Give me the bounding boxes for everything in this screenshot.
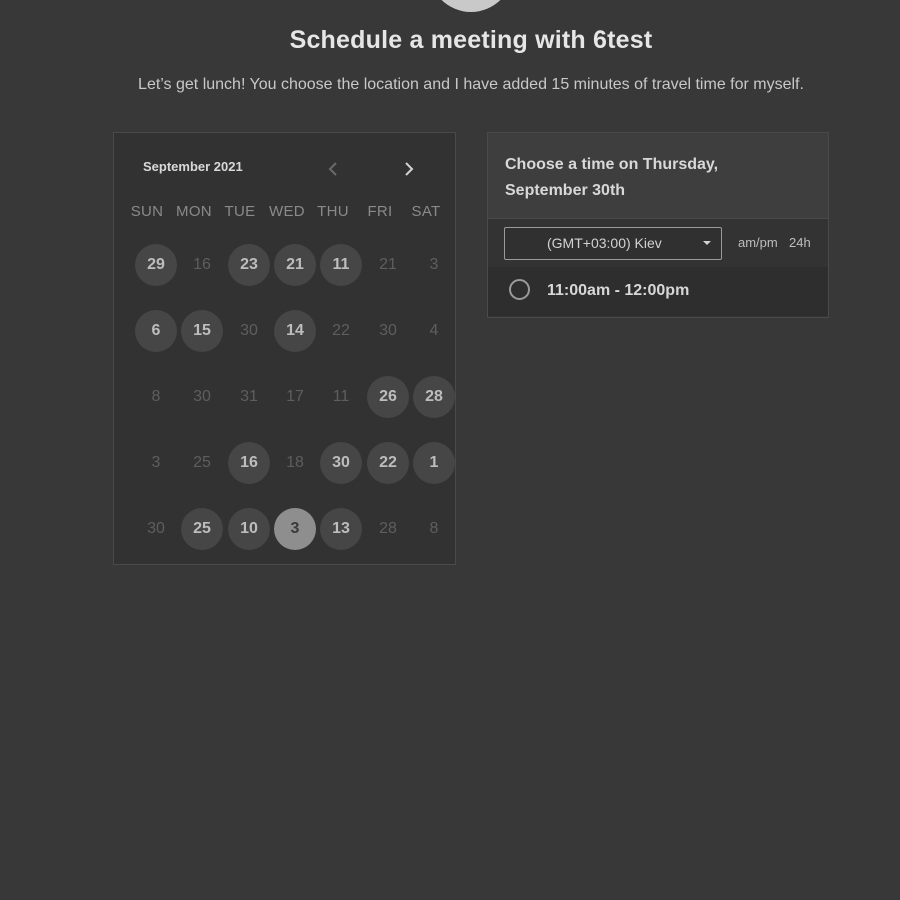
calendar-day[interactable]: 15 bbox=[181, 310, 223, 352]
calendar: September 2021 SUN MON TUE WED THU FRI S… bbox=[113, 132, 456, 565]
calendar-day: 30 bbox=[240, 322, 258, 339]
calendar-day[interactable]: 23 bbox=[228, 244, 270, 286]
calendar-day[interactable]: 22 bbox=[367, 442, 409, 484]
calendar-day[interactable]: 21 bbox=[274, 244, 316, 286]
timezone-value: (GMT+03:00) Kiev bbox=[547, 235, 662, 251]
radio-circle-icon[interactable] bbox=[509, 279, 530, 300]
time-selection-panel: Choose a time on Thursday, September 30t… bbox=[487, 132, 829, 318]
avatar bbox=[429, 0, 513, 12]
calendar-day: 31 bbox=[240, 388, 258, 405]
calendar-day: 28 bbox=[379, 520, 397, 537]
page-title: Schedule a meeting with 6test bbox=[289, 26, 653, 54]
calendar-day: 30 bbox=[147, 520, 165, 537]
page-subtitle: Let’s get lunch! You choose the location… bbox=[138, 76, 804, 93]
calendar-day[interactable]: 13 bbox=[320, 508, 362, 550]
calendar-day: 30 bbox=[379, 322, 397, 339]
weekday-header-row: SUN MON TUE WED THU FRI SAT bbox=[124, 203, 454, 225]
weekday-label: THU bbox=[317, 203, 349, 220]
calendar-day[interactable]: 11 bbox=[320, 244, 362, 286]
calendar-day: 3 bbox=[151, 454, 161, 471]
calendar-day: 3 bbox=[429, 256, 439, 273]
weekday-label: TUE bbox=[224, 203, 256, 220]
time-panel-header: Choose a time on Thursday, September 30t… bbox=[488, 133, 828, 219]
calendar-day[interactable]: 30 bbox=[320, 442, 362, 484]
calendar-day[interactable]: 3 bbox=[274, 508, 316, 550]
calendar-day: 22 bbox=[332, 322, 350, 339]
calendar-day: 11 bbox=[332, 388, 350, 405]
calendar-day[interactable]: 25 bbox=[181, 508, 223, 550]
chevron-right-icon bbox=[405, 162, 414, 176]
time-panel-heading: Choose a time on Thursday, September 30t… bbox=[505, 156, 719, 199]
calendar-day: 25 bbox=[193, 454, 211, 471]
calendar-day[interactable]: 10 bbox=[228, 508, 270, 550]
calendar-day[interactable]: 28 bbox=[413, 376, 455, 418]
time-slot-label: 11:00am - 12:00pm bbox=[547, 282, 690, 299]
calendar-day[interactable]: 16 bbox=[228, 442, 270, 484]
calendar-day: 17 bbox=[286, 388, 304, 405]
weekday-label: SUN bbox=[130, 203, 164, 220]
calendar-day: 16 bbox=[193, 256, 211, 273]
time-slot-option[interactable]: 11:00am - 12:00pm bbox=[488, 267, 828, 316]
weekday-label: FRI bbox=[367, 203, 393, 220]
calendar-month-label: September 2021 bbox=[143, 159, 243, 174]
time-format-24h-toggle[interactable]: 24h bbox=[789, 235, 811, 250]
previous-month-button[interactable] bbox=[320, 155, 346, 183]
weekday-label: MON bbox=[176, 203, 212, 220]
time-format-ampm-toggle[interactable]: am/pm bbox=[738, 235, 778, 250]
calendar-day: 18 bbox=[286, 454, 304, 471]
calendar-day[interactable]: 6 bbox=[135, 310, 177, 352]
calendar-day: 21 bbox=[379, 256, 397, 273]
weekday-label: WED bbox=[269, 203, 305, 220]
caret-down-icon bbox=[703, 241, 711, 245]
timezone-select[interactable]: (GMT+03:00) Kiev bbox=[504, 227, 722, 260]
calendar-day: 8 bbox=[429, 520, 439, 537]
calendar-day: 30 bbox=[193, 388, 211, 405]
calendar-day: 4 bbox=[429, 322, 439, 339]
calendar-day[interactable]: 1 bbox=[413, 442, 455, 484]
calendar-day: 8 bbox=[151, 388, 161, 405]
weekday-label: SAT bbox=[411, 203, 441, 220]
calendar-day[interactable]: 26 bbox=[367, 376, 409, 418]
next-month-button[interactable] bbox=[396, 155, 422, 183]
calendar-day[interactable]: 14 bbox=[274, 310, 316, 352]
scheduling-page: Schedule a meeting with 6test Let’s get … bbox=[0, 0, 900, 900]
calendar-day[interactable]: 29 bbox=[135, 244, 177, 286]
chevron-left-icon bbox=[328, 162, 337, 176]
